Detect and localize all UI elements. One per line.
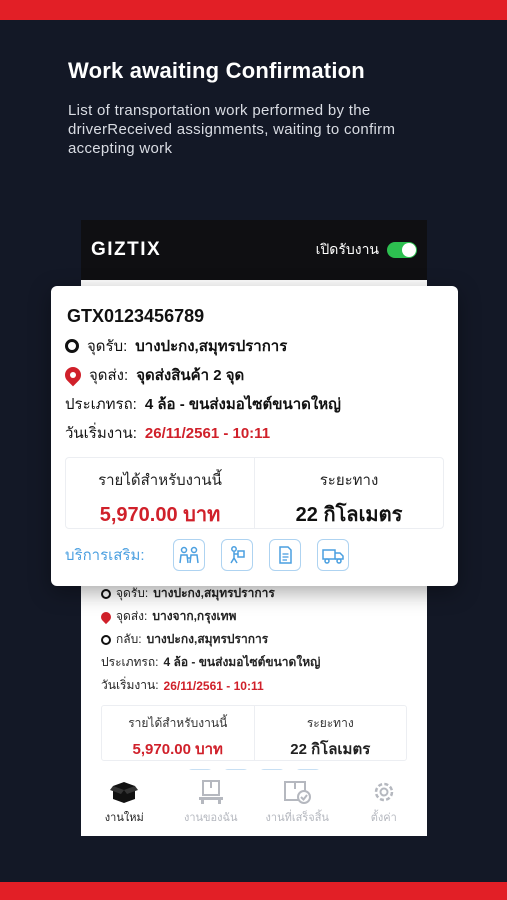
tab-settings[interactable]: ตั้งค่า [341,770,428,836]
extra-services-label: บริการเสริม: [65,547,145,564]
page-description: List of transportation work performed by… [68,102,396,157]
job-id: GTX0123456789 [67,306,205,326]
card-distance-label: ระยะทาง [319,472,379,489]
tab-my-jobs[interactable]: งานของฉัน [168,770,255,836]
list-pickup-value: บางปะกง,สมุทรปราการ [153,586,275,600]
list-vehicle-value: 4 ล้อ - ขนส่งมอไซต์ขนาดใหญ่ [163,655,321,669]
card-pickup-row: จุดรับ: บางปะกง,สมุทรปราการ [65,336,444,356]
tab-completed-jobs-label: งานที่เสร็จสิ้น [265,812,329,824]
list-stats-box: รายได้สำหรับงานนี้ 5,970.00 บาท ระยะทาง … [101,705,407,761]
card-income-label: รายได้สำหรับงานนี้ [98,472,222,489]
card-income-value: 5,970.00 บาท [99,504,221,526]
card-start-value: 26/11/2561 - 10:11 [144,424,271,442]
app-header: GIZTIX เปิดรับงาน [81,220,427,280]
list-return-row: กลับ: บางปะกง,สมุทรปราการ [101,628,407,651]
accept-work-label: เปิดรับงาน [315,241,379,257]
list-start-label: วันเริ่มงาน: [101,678,159,692]
list-distance-stat: ระยะทาง 22 กิโลเมตร [253,706,407,760]
card-vehicle-label: ประเภทรถ: [65,396,137,413]
list-vehicle-row: ประเภทรถ: 4 ล้อ - ขนส่งมอไซต์ขนาดใหญ่ [101,651,407,674]
tab-my-jobs-label: งานของฉัน [183,812,238,824]
bottom-tab-bar: งานใหม่ งานของฉัน งานที่เสร็จสิ้น ตั้งค่… [81,770,427,836]
card-pickup-value: บางปะกง,สมุทรปราการ [135,338,288,355]
list-start-value: 26/11/2561 - 10:11 [163,678,264,693]
pallet-icon [198,780,223,804]
service-document-button[interactable] [269,539,301,571]
tab-settings-label: ตั้งค่า [370,812,397,824]
list-dropoff-row: จุดส่ง: บางจาก,กรุงเทพ [98,605,407,628]
pickup-marker-icon [101,588,111,599]
card-distance-value: 22 กิโลเมตร [295,504,403,526]
list-distance-value: 22 กิโลเมตร [290,741,371,758]
truck-icon [322,549,344,564]
list-income-value: 5,970.00 บาท [132,741,223,758]
top-accent-bar [0,0,507,20]
list-dropoff-label: จุดส่ง: [116,609,148,623]
accept-work-toggle-group: เปิดรับงาน [316,239,417,261]
card-dropoff-row: จุดส่ง: จุดส่งสินค้า 2 จุด [61,363,444,387]
card-vehicle-row: ประเภทรถ: 4 ล้อ - ขนส่งมอไซต์ขนาดใหญ่ [65,394,444,414]
service-workers-button[interactable] [173,539,205,571]
list-pickup-label: จุดรับ: [116,586,149,600]
service-porter-button[interactable] [221,539,253,571]
list-distance-label: ระยะทาง [306,716,354,730]
box-check-icon [284,781,312,804]
card-pickup-label: จุดรับ: [87,338,128,355]
extra-services-row: บริการเสริม: [65,539,444,571]
card-dropoff-value: จุดส่งสินค้า 2 จุด [136,367,245,384]
tab-completed-jobs[interactable]: งานที่เสร็จสิ้น [254,770,341,836]
service-truck-button[interactable] [317,539,349,571]
return-marker-icon [101,634,111,645]
card-dropoff-label: จุดส่ง: [89,367,129,384]
page-headline: Work awaiting Confirmation [68,58,365,83]
tab-new-jobs-label: งานใหม่ [104,812,144,824]
location-pin-icon [61,363,85,387]
app-logo: GIZTIX [91,239,162,260]
list-vehicle-label: ประเภทรถ: [101,655,159,669]
list-start-row: วันเริ่มงาน: 26/11/2561 - 10:11 [101,674,407,697]
job-detail-card[interactable]: GTX0123456789 จุดรับ: บางปะกง,สมุทรปรากา… [51,286,458,586]
card-start-label: วันเริ่มงาน: [65,425,137,442]
card-stats-box: รายได้สำหรับงานนี้ 5,970.00 บาท ระยะทาง … [65,457,444,529]
box-icon [110,782,139,803]
accept-work-toggle[interactable] [387,242,417,258]
document-icon [279,546,292,564]
list-income-label: รายได้สำหรับงานนี้ [128,716,228,730]
job-list-item[interactable]: จุดรับ: บางปะกง,สมุทรปราการ จุดส่ง: บางจ… [81,582,427,781]
list-return-value: บางปะกง,สมุทรปราการ [146,632,269,646]
card-income-stat: รายได้สำหรับงานนี้ 5,970.00 บาท [66,458,254,528]
workers-icon [179,546,199,564]
card-start-row: วันเริ่มงาน: 26/11/2561 - 10:11 [65,423,444,443]
dropoff-pin-icon [98,609,114,624]
gear-icon [374,782,393,802]
list-return-label: กลับ: [116,632,142,646]
tab-new-jobs[interactable]: งานใหม่ [81,770,168,836]
bottom-accent-bar [0,882,507,900]
card-vehicle-value: 4 ล้อ - ขนส่งมอไซต์ขนาดใหญ่ [144,396,341,413]
list-income-stat: รายได้สำหรับงานนี้ 5,970.00 บาท [102,706,254,760]
card-distance-stat: ระยะทาง 22 กิโลเมตร [254,458,443,528]
pickup-marker-icon [65,339,79,353]
list-dropoff-value: บางจาก,กรุงเทพ [152,609,237,623]
porter-icon [230,546,245,564]
